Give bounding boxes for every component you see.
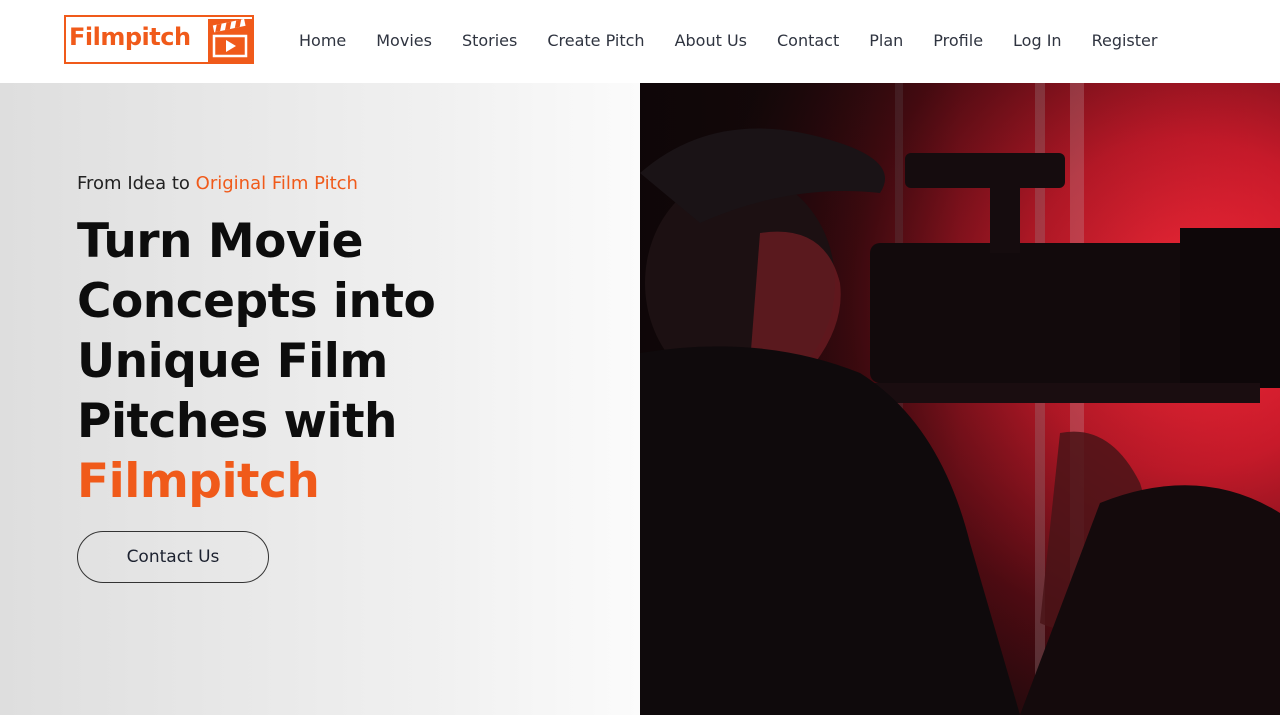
nav-plan[interactable]: Plan xyxy=(869,31,903,53)
clapperboard-icon xyxy=(208,19,252,62)
headline-line-2: Concepts into xyxy=(77,274,436,329)
nav-home[interactable]: Home xyxy=(299,31,346,53)
nav-log-in[interactable]: Log In xyxy=(1013,31,1062,53)
headline-line-3: Unique Film xyxy=(77,334,388,389)
nav-stories[interactable]: Stories xyxy=(462,31,517,53)
nav-create-pitch[interactable]: Create Pitch xyxy=(547,31,644,53)
site-header: Filmpitch Home Movies Stories Create Pit… xyxy=(0,0,1280,83)
hero-headline: Turn Movie Concepts into Unique Film Pit… xyxy=(77,212,547,512)
nav-contact[interactable]: Contact xyxy=(777,31,839,53)
headline-line-1: Turn Movie xyxy=(77,214,364,269)
main-nav: Home Movies Stories Create Pitch About U… xyxy=(299,31,1187,53)
hero-eyebrow: From Idea to Original Film Pitch xyxy=(77,173,358,194)
contact-us-button[interactable]: Contact Us xyxy=(77,531,269,583)
hero-camera-operator-image xyxy=(640,83,1280,715)
logo-text: Filmpitch xyxy=(69,23,191,51)
filmpitch-logo[interactable]: Filmpitch xyxy=(64,15,254,64)
nav-profile[interactable]: Profile xyxy=(933,31,983,53)
nav-about-us[interactable]: About Us xyxy=(675,31,747,53)
nav-movies[interactable]: Movies xyxy=(376,31,432,53)
camera-operator-photo xyxy=(640,83,1280,715)
eyebrow-prefix: From Idea to xyxy=(77,173,196,194)
headline-brand: Filmpitch xyxy=(77,454,320,509)
nav-register[interactable]: Register xyxy=(1092,31,1158,53)
bottom-divider xyxy=(0,715,1280,720)
eyebrow-accent: Original Film Pitch xyxy=(195,173,358,194)
headline-line-4: Pitches with xyxy=(77,394,398,449)
